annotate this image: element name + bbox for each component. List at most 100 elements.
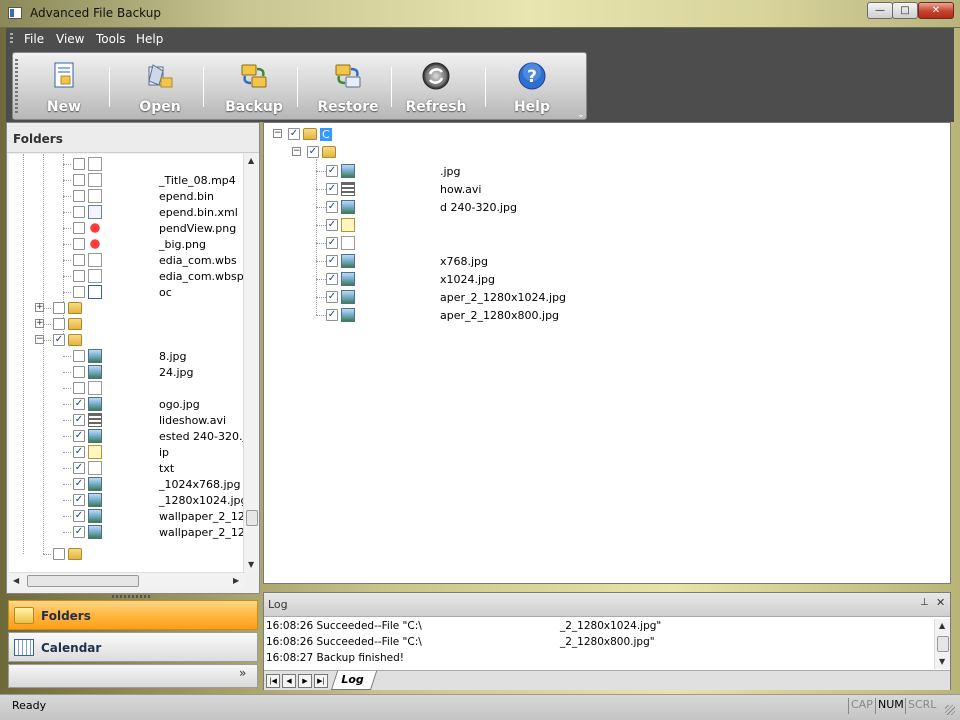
tree-row[interactable]: ✓ xyxy=(264,235,950,251)
tree-row[interactable]: ✓ x768.jpg xyxy=(264,253,950,269)
tree-row[interactable]: ✓ ip xyxy=(9,444,245,460)
scroll-right-arrow[interactable]: ▶ xyxy=(233,576,239,585)
tree-row[interactable]: pendView.png xyxy=(9,220,245,236)
tree-row[interactable]: 8.jpg xyxy=(9,348,245,364)
resize-grip[interactable] xyxy=(945,705,955,715)
menu-view[interactable]: View xyxy=(56,32,84,46)
item-checkbox[interactable]: ✓ xyxy=(326,309,338,321)
next-tab-button[interactable]: ▶ xyxy=(298,674,312,688)
item-checkbox[interactable] xyxy=(53,302,65,314)
tree-row[interactable]: epend.bin.xml xyxy=(9,204,245,220)
backup-button[interactable]: Backup xyxy=(207,53,301,119)
tree-row[interactable]: + xyxy=(9,300,245,316)
menu-grip[interactable] xyxy=(10,33,13,45)
nav-calendar-button[interactable]: Calendar xyxy=(8,632,258,662)
scroll-left-arrow[interactable]: ◀ xyxy=(13,576,19,585)
tree-row[interactable] xyxy=(9,546,245,562)
item-checkbox[interactable]: ✓ xyxy=(73,494,85,506)
maximize-button[interactable]: □ xyxy=(892,2,918,19)
tree-row[interactable]: 24.jpg xyxy=(9,364,245,380)
item-checkbox[interactable]: ✓ xyxy=(73,414,85,426)
folder-tree-vscrollbar[interactable]: ▲ ▼ xyxy=(243,154,259,572)
tree-row[interactable]: + xyxy=(9,316,245,332)
item-checkbox[interactable]: ✓ xyxy=(326,219,338,231)
scroll-up-arrow[interactable]: ▲ xyxy=(248,156,254,165)
pin-icon[interactable]: ⊥ xyxy=(920,597,929,608)
tree-row[interactable]: ✓ lideshow.avi xyxy=(9,412,245,428)
expand-icon[interactable]: + xyxy=(35,319,44,328)
tree-row[interactable]: ✓ x1024.jpg xyxy=(264,271,950,287)
tree-row[interactable]: edia_com.wbsp xyxy=(9,268,245,284)
item-checkbox[interactable] xyxy=(73,366,85,378)
collapse-icon[interactable]: − xyxy=(273,129,282,138)
nav-options-chevron[interactable]: » xyxy=(239,666,246,680)
item-checkbox[interactable] xyxy=(73,206,85,218)
tree-row[interactable]: edia_com.wbs xyxy=(9,252,245,268)
app-icon[interactable] xyxy=(8,7,22,19)
tab-log[interactable]: Log xyxy=(330,671,378,690)
pane-splitter[interactable] xyxy=(112,595,152,598)
tree-row[interactable]: ✓ ogo.jpg xyxy=(9,396,245,412)
expand-icon[interactable]: + xyxy=(35,303,44,312)
scroll-thumb[interactable] xyxy=(246,510,258,526)
minimize-button[interactable]: — xyxy=(867,2,893,19)
item-checkbox[interactable] xyxy=(73,238,85,250)
item-checkbox[interactable] xyxy=(73,222,85,234)
item-checkbox[interactable]: ✓ xyxy=(326,165,338,177)
item-checkbox[interactable] xyxy=(73,174,85,186)
prev-tab-button[interactable]: ◀ xyxy=(282,674,296,688)
refresh-button[interactable]: Refresh xyxy=(389,53,483,119)
tree-row[interactable]: _big.png xyxy=(9,236,245,252)
tree-row[interactable]: oc xyxy=(9,284,245,300)
scroll-down-arrow[interactable]: ▼ xyxy=(248,560,254,569)
tree-row-folder[interactable]: − ✓ xyxy=(264,144,950,160)
scroll-up-arrow[interactable]: ▲ xyxy=(939,621,945,630)
item-checkbox[interactable]: ✓ xyxy=(73,510,85,522)
tree-row[interactable] xyxy=(9,380,245,396)
close-button[interactable]: ✕ xyxy=(918,2,954,19)
tree-row[interactable]: ✓ txt xyxy=(9,460,245,476)
tree-row[interactable]: ✓ ested 240-320.jpg xyxy=(9,428,245,444)
item-checkbox[interactable]: ✓ xyxy=(326,273,338,285)
tree-row[interactable]: − ✓ xyxy=(9,332,245,348)
collapse-icon[interactable]: − xyxy=(35,335,44,344)
collapse-icon[interactable]: − xyxy=(292,147,301,156)
item-checkbox[interactable] xyxy=(73,190,85,202)
menu-file[interactable]: File xyxy=(24,32,44,46)
tree-row[interactable]: ✓ _1024x768.jpg xyxy=(9,476,245,492)
item-checkbox[interactable] xyxy=(53,548,65,560)
item-checkbox[interactable] xyxy=(73,158,85,170)
folder-tree-hscrollbar[interactable]: ◀ ▶ xyxy=(9,572,245,588)
item-checkbox[interactable] xyxy=(73,270,85,282)
item-checkbox[interactable]: ✓ xyxy=(73,462,85,474)
log-vscrollbar[interactable]: ▲ ▼ xyxy=(934,619,950,669)
item-checkbox[interactable]: ✓ xyxy=(73,446,85,458)
tree-row[interactable]: ✓ wallpaper_2_1280 xyxy=(9,508,245,524)
open-button[interactable]: Open xyxy=(113,53,207,119)
tree-row[interactable]: ✓ aper_2_1280x1024.jpg xyxy=(264,289,950,305)
item-checkbox[interactable]: ✓ xyxy=(326,201,338,213)
tree-row[interactable]: epend.bin xyxy=(9,188,245,204)
content-tree-pane[interactable]: − ✓ C − ✓ ✓ .jpg ✓ how.avi ✓ d 240-320.jpg ✓ ✓ ✓ x768.… xyxy=(263,122,951,584)
scroll-thumb[interactable] xyxy=(937,636,949,652)
item-checkbox[interactable]: ✓ xyxy=(73,478,85,490)
toolbar-overflow-button[interactable]: ⌄ xyxy=(577,110,585,120)
tree-row-root[interactable]: − ✓ C xyxy=(264,126,950,142)
help-button[interactable]: ? Help xyxy=(485,53,579,119)
item-checkbox[interactable] xyxy=(73,286,85,298)
item-checkbox[interactable] xyxy=(73,382,85,394)
tree-row[interactable]: ✓ d 240-320.jpg xyxy=(264,199,950,215)
new-button[interactable]: New xyxy=(17,53,111,119)
tree-row[interactable]: ✓ aper_2_1280x800.jpg xyxy=(264,307,950,323)
item-checkbox[interactable]: ✓ xyxy=(307,146,319,158)
item-checkbox[interactable]: ✓ xyxy=(326,291,338,303)
item-checkbox[interactable] xyxy=(73,350,85,362)
last-tab-button[interactable]: ▶| xyxy=(314,674,328,688)
first-tab-button[interactable]: |◀ xyxy=(266,674,280,688)
close-icon[interactable]: ✕ xyxy=(936,596,945,609)
item-checkbox[interactable]: ✓ xyxy=(326,183,338,195)
scroll-thumb[interactable] xyxy=(27,575,139,587)
title-bar[interactable]: Advanced File Backup — □ ✕ xyxy=(0,0,960,28)
item-checkbox[interactable]: ✓ xyxy=(73,398,85,410)
menu-tools[interactable]: Tools xyxy=(96,32,126,46)
